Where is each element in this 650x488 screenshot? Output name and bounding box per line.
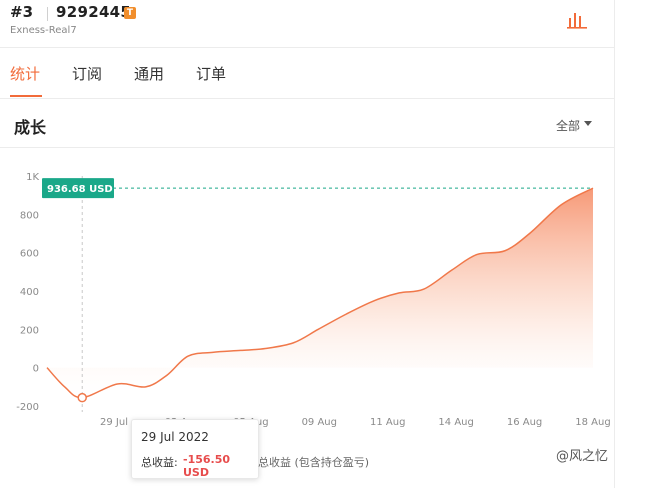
tooltip-date: 29 Jul 2022	[141, 430, 209, 444]
x-tick-label: 18 Aug	[575, 417, 610, 428]
tab-general[interactable]: 通用	[134, 63, 164, 84]
divider	[47, 7, 48, 21]
y-tick-label: 400	[20, 287, 39, 298]
hover-point[interactable]	[77, 392, 87, 403]
account-type-badge: T	[124, 7, 136, 19]
growth-chart: 1K8006004002000-200 29 Jul02 Aug05 Aug09…	[16, 172, 610, 428]
caret-down-icon[interactable]	[584, 121, 592, 126]
x-tick-label: 29 Jul	[100, 417, 128, 428]
y-tick-label: 0	[33, 364, 39, 375]
rank-label: #3	[10, 3, 34, 21]
y-tick-label: 800	[20, 210, 39, 221]
tab-orders[interactable]: 订单	[196, 63, 226, 84]
current-value-label: 936.68 USD	[47, 184, 113, 195]
account-id: 9292445	[56, 3, 132, 21]
section-divider	[0, 147, 614, 148]
legend-label: 总收益 (包含持仓盈亏)	[258, 456, 370, 469]
active-tab-indicator	[10, 95, 42, 97]
x-tick-label: 11 Aug	[370, 417, 405, 428]
y-tick-label: 1K	[26, 172, 39, 183]
y-tick-label: 600	[20, 249, 39, 260]
tooltip: 29 Jul 2022 总收益: -156.50 USD	[131, 419, 259, 479]
tab-stats[interactable]: 统计	[10, 63, 40, 84]
watermark: @风之忆	[556, 449, 609, 464]
tooltip-label: 总收益:	[141, 456, 178, 469]
current-value-tag: 936.68 USD	[42, 178, 114, 199]
section-title: 成长	[14, 118, 47, 137]
server-name: Exness-Real7	[10, 25, 77, 36]
panel-border	[614, 0, 615, 488]
area-fill	[47, 188, 593, 398]
y-tick-label: -200	[16, 402, 39, 413]
period-filter[interactable]: 全部	[556, 117, 580, 134]
tab-subscribe[interactable]: 订阅	[72, 63, 102, 84]
bar-chart-icon[interactable]	[566, 10, 588, 30]
x-tick-label: 09 Aug	[302, 417, 337, 428]
account-panel: #3 9292445 T Exness-Real7 统计 订阅 通用 订单 成长…	[0, 0, 614, 488]
tab-bar: 统计 订阅 通用 订单	[0, 48, 614, 99]
x-tick-label: 16 Aug	[507, 417, 542, 428]
tooltip-value: -156.50 USD	[183, 453, 231, 479]
x-tick-label: 14 Aug	[438, 417, 473, 428]
y-tick-label: 200	[20, 325, 39, 336]
account-header: #3 9292445 T Exness-Real7	[0, 0, 614, 48]
